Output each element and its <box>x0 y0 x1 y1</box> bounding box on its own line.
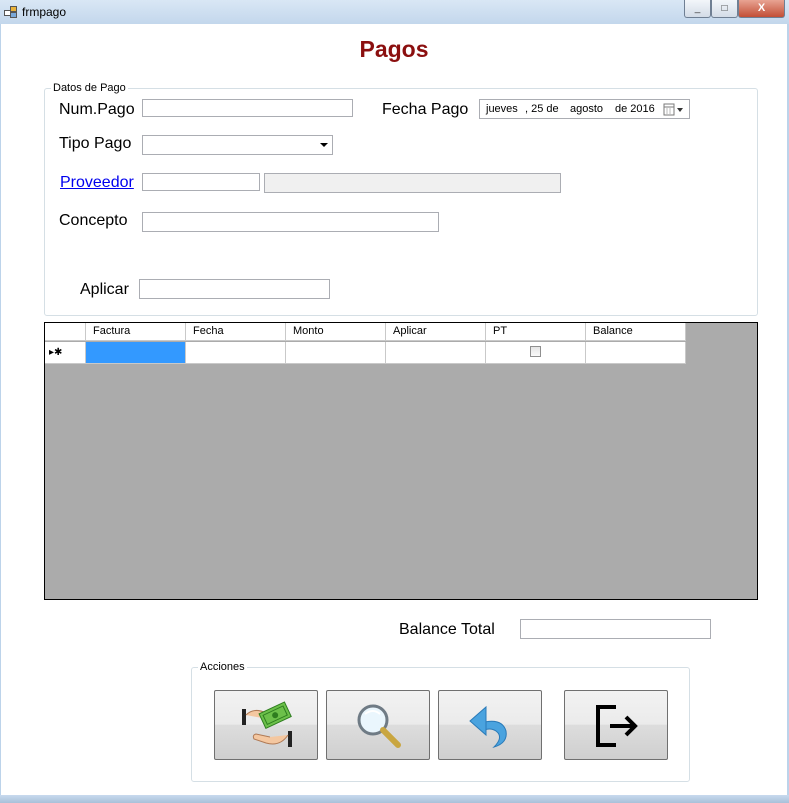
window-bottom-border <box>0 795 789 803</box>
column-header-balance[interactable]: Balance <box>586 323 686 341</box>
datos-de-pago-legend: Datos de Pago <box>51 82 128 94</box>
tipo-pago-label: Tipo Pago <box>59 135 132 152</box>
grid-cell-monto[interactable] <box>286 342 386 364</box>
proveedor-link[interactable]: Proveedor <box>60 174 134 192</box>
search-button[interactable] <box>326 690 430 760</box>
pt-checkbox[interactable] <box>530 346 541 357</box>
concepto-label: Concepto <box>59 212 128 229</box>
balance-total-label: Balance Total <box>399 621 495 638</box>
grid-cell-factura[interactable] <box>86 342 186 364</box>
undo-button[interactable] <box>438 690 542 760</box>
fecha-pago-datepicker[interactable]: jueves , 25 de agosto de 2016 <box>479 99 690 119</box>
chevron-down-icon <box>320 143 328 147</box>
grid-corner-header <box>45 323 86 341</box>
proveedor-name-field[interactable] <box>264 173 561 193</box>
num-pago-input[interactable] <box>142 99 353 117</box>
grid-cell-fecha[interactable] <box>186 342 286 364</box>
grid-cell-pt[interactable] <box>486 342 586 364</box>
concepto-input[interactable] <box>142 212 439 232</box>
page-title: Pagos <box>359 36 429 62</box>
acciones-legend: Acciones <box>198 661 247 673</box>
app-icon <box>4 6 17 18</box>
proveedor-code-input[interactable] <box>142 173 260 191</box>
maximize-button[interactable]: □ <box>711 0 738 18</box>
exit-door-icon <box>596 705 638 747</box>
title-bar: frmpago _ □ X <box>0 0 789 24</box>
column-header-fecha[interactable]: Fecha <box>186 323 286 341</box>
magnifier-icon <box>357 704 401 748</box>
exit-button[interactable] <box>564 690 668 760</box>
column-header-monto[interactable]: Monto <box>286 323 386 341</box>
aplicar-input[interactable] <box>139 279 330 299</box>
form-client-area: Pagos Datos de Pago Num.Pago Fecha Pago … <box>1 24 787 795</box>
minimize-button[interactable]: _ <box>684 0 711 18</box>
calendar-dropdown-icon[interactable] <box>663 103 685 116</box>
num-pago-label: Num.Pago <box>59 101 135 118</box>
fecha-year: de 2016 <box>615 103 655 115</box>
balance-total-field[interactable] <box>520 619 711 639</box>
grid-cell-aplicar[interactable] <box>386 342 486 364</box>
fecha-pago-label: Fecha Pago <box>382 101 469 118</box>
new-row-indicator: ▸✱ <box>45 342 86 364</box>
column-header-aplicar[interactable]: Aplicar <box>386 323 486 341</box>
fecha-month: agosto <box>570 103 604 115</box>
facturas-grid[interactable]: Factura Fecha Monto Aplicar PT Balance ▸… <box>44 322 758 600</box>
window-title: frmpago <box>22 5 67 19</box>
close-button[interactable]: X <box>738 0 785 18</box>
tipo-pago-select[interactable] <box>142 135 333 155</box>
grid-cell-balance[interactable] <box>586 342 686 364</box>
pay-button[interactable] <box>214 690 318 760</box>
money-hands-icon <box>242 701 292 747</box>
column-header-pt[interactable]: PT <box>486 323 586 341</box>
column-header-factura[interactable]: Factura <box>86 323 186 341</box>
undo-arrow-icon <box>469 705 507 749</box>
fecha-day: , 25 de <box>525 103 559 115</box>
fecha-weekday: jueves <box>486 103 518 115</box>
aplicar-label: Aplicar <box>80 281 129 298</box>
